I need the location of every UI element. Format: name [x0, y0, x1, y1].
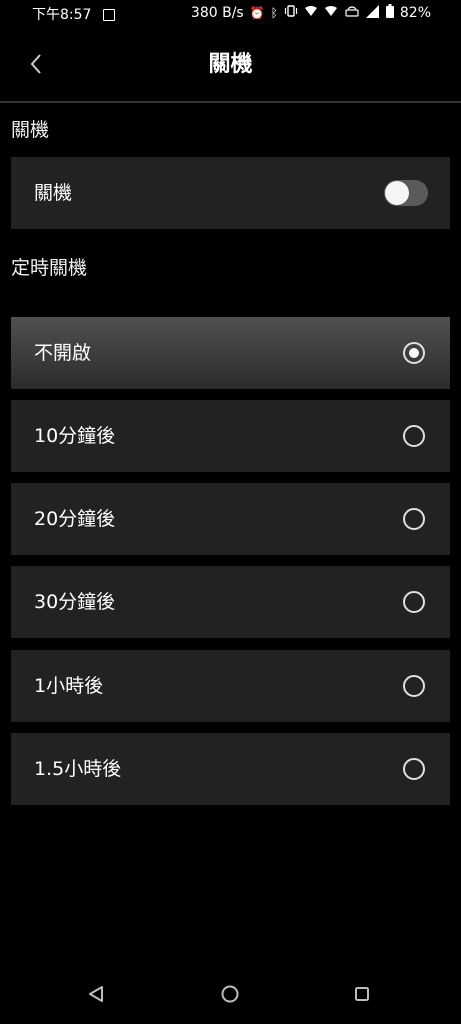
- bluetooth-icon: ᛒ: [270, 5, 278, 20]
- option-label: 20分鐘後: [34, 508, 116, 530]
- timer-option-20min[interactable]: 20分鐘後: [11, 483, 450, 555]
- option-label: 10分鐘後: [34, 425, 116, 447]
- radio-unselected-icon[interactable]: [403, 508, 425, 530]
- network-speed: 380 B/s: [190, 4, 244, 21]
- timer-option-30min[interactable]: 30分鐘後: [11, 566, 450, 638]
- navigation-bar: [0, 960, 461, 1024]
- page-title: 關機: [208, 52, 253, 77]
- header: 關機: [0, 28, 461, 100]
- triangle-back-icon: [89, 986, 103, 1002]
- radio-selected-icon[interactable]: [403, 342, 425, 364]
- shutdown-toggle[interactable]: [384, 180, 428, 206]
- image-notification-icon: [103, 9, 116, 21]
- alarm-icon: ⏰: [249, 5, 265, 20]
- radio-unselected-icon[interactable]: [403, 591, 425, 613]
- shutdown-row[interactable]: 關機: [11, 157, 450, 229]
- battery-percent: 82%: [399, 4, 431, 21]
- timer-option-1hour[interactable]: 1小時後: [11, 650, 450, 722]
- circle-home-icon: [221, 985, 239, 1003]
- status-bar: 下午8:57 380 B/s ⏰ ᛒ 82%: [0, 0, 461, 28]
- status-time: 下午8:57: [32, 7, 92, 23]
- shutdown-row-label: 關機: [34, 182, 73, 204]
- radio-unselected-icon[interactable]: [403, 675, 425, 697]
- section-label-timer: 定時關機: [11, 257, 88, 279]
- section-label-shutdown: 關機: [11, 119, 50, 141]
- option-label: 30分鐘後: [34, 591, 116, 613]
- timer-option-1-5hour[interactable]: 1.5小時後: [11, 733, 450, 805]
- signal-icon: [365, 4, 380, 21]
- hotspot-icon: [344, 5, 360, 20]
- option-label: 不開啟: [34, 342, 92, 364]
- nav-back-button[interactable]: [82, 980, 110, 1008]
- battery-icon: [385, 4, 394, 21]
- timer-option-off[interactable]: 不開啟: [11, 317, 450, 389]
- option-label: 1.5小時後: [34, 758, 122, 780]
- nav-recents-button[interactable]: [348, 980, 376, 1008]
- option-label: 1小時後: [34, 675, 104, 697]
- square-recents-icon: [355, 987, 369, 1001]
- status-left: 下午8:57: [32, 4, 116, 24]
- radio-dot: [409, 348, 419, 358]
- toggle-knob: [385, 181, 409, 205]
- radio-unselected-icon[interactable]: [403, 758, 425, 780]
- wifi-icon: [304, 5, 318, 20]
- radio-unselected-icon[interactable]: [403, 425, 425, 447]
- wifi-icon-2: [324, 5, 338, 20]
- timer-option-10min[interactable]: 10分鐘後: [11, 400, 450, 472]
- nav-home-button[interactable]: [216, 980, 244, 1008]
- vibrate-icon: [284, 5, 298, 20]
- header-divider: [0, 101, 461, 103]
- status-right: 380 B/s ⏰ ᛒ 82%: [191, 4, 431, 21]
